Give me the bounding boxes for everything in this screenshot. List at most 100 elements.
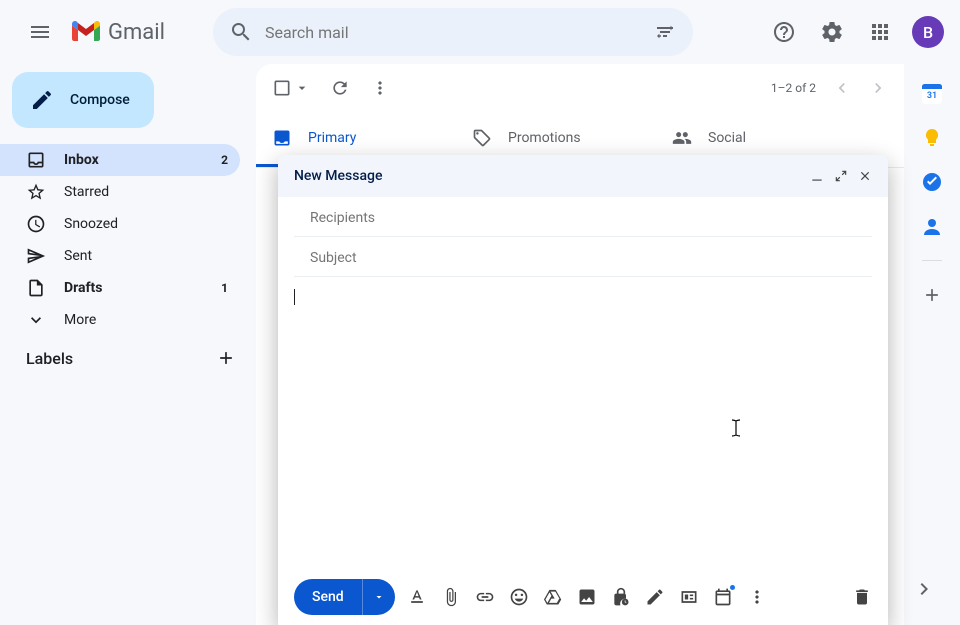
document-icon <box>26 278 46 298</box>
star-icon <box>26 182 46 202</box>
mouse-text-cursor <box>730 419 731 437</box>
compose-label: Compose <box>70 92 130 108</box>
support-button[interactable] <box>764 12 804 52</box>
pagination-text: 1–2 of 2 <box>771 81 816 95</box>
help-icon <box>772 20 796 44</box>
header-actions: B <box>764 12 944 52</box>
search-options-icon[interactable] <box>653 20 677 44</box>
sidebar-item-sent[interactable]: Sent <box>0 240 240 272</box>
sidebar-item-drafts[interactable]: Drafts 1 <box>0 272 240 304</box>
checkbox-icon <box>272 78 292 98</box>
contacts-app-button[interactable] <box>922 216 942 236</box>
settings-button[interactable] <box>812 12 852 52</box>
send-button[interactable]: Send <box>294 579 395 615</box>
plus-icon <box>922 285 942 305</box>
trash-icon <box>852 587 872 607</box>
layout-button[interactable] <box>679 587 699 607</box>
calendar-icon: 31 <box>922 84 942 104</box>
notification-dot <box>730 585 735 590</box>
search-input[interactable] <box>265 23 641 42</box>
nav-label: Drafts <box>64 280 102 296</box>
sidebar: Compose Inbox 2 Starred Snoozed Sent Dra… <box>0 64 256 625</box>
nav-label: More <box>64 312 96 328</box>
formatting-button[interactable] <box>407 587 427 607</box>
nav-label: Snoozed <box>64 216 118 232</box>
account-avatar[interactable]: B <box>912 16 944 48</box>
search-icon <box>229 20 253 44</box>
prev-page-button[interactable] <box>832 78 852 98</box>
nav-label: Starred <box>64 184 109 200</box>
recipients-field[interactable] <box>294 197 872 237</box>
signature-button[interactable] <box>645 587 665 607</box>
pen-icon <box>645 587 665 607</box>
sidebar-item-inbox[interactable]: Inbox 2 <box>0 144 240 176</box>
sidebar-item-more[interactable]: More <box>0 304 240 336</box>
nav-label: Inbox <box>64 152 99 168</box>
recipients-input[interactable] <box>310 210 856 226</box>
pencil-icon <box>30 88 54 112</box>
apps-grid-icon <box>868 20 892 44</box>
select-all[interactable] <box>272 78 310 98</box>
image-button[interactable] <box>577 587 597 607</box>
keep-icon <box>922 128 942 148</box>
add-label-button[interactable] <box>216 348 236 368</box>
compose-body[interactable] <box>278 277 888 569</box>
schedule-button[interactable] <box>713 587 733 607</box>
compose-button[interactable]: Compose <box>12 72 154 128</box>
sidebar-item-starred[interactable]: Starred <box>0 176 240 208</box>
chevron-right-icon <box>912 577 936 601</box>
labels-section-header: Labels <box>0 336 256 380</box>
hide-side-panel-button[interactable] <box>904 569 944 609</box>
svg-text:31: 31 <box>927 91 937 101</box>
close-button[interactable] <box>858 169 872 183</box>
apps-button[interactable] <box>860 12 900 52</box>
emoji-button[interactable] <box>509 587 529 607</box>
send-options-dropdown[interactable] <box>362 579 395 615</box>
tag-icon <box>472 128 492 148</box>
hamburger-icon <box>28 20 52 44</box>
pagination: 1–2 of 2 <box>771 78 888 98</box>
calendar-plus-icon <box>713 587 733 607</box>
more-vertical-icon <box>747 587 767 607</box>
subject-input[interactable] <box>310 250 856 266</box>
text-cursor <box>294 289 295 305</box>
lock-clock-icon <box>611 587 631 607</box>
next-page-button[interactable] <box>868 78 888 98</box>
subject-field[interactable] <box>294 237 872 277</box>
gear-icon <box>820 20 844 44</box>
minimize-button[interactable] <box>810 169 824 183</box>
clock-icon <box>26 214 46 234</box>
refresh-button[interactable] <box>330 78 350 98</box>
mail-toolbar: 1–2 of 2 <box>256 64 904 112</box>
tasks-app-button[interactable] <box>922 172 942 192</box>
tab-label: Promotions <box>508 130 581 146</box>
calendar-app-button[interactable]: 31 <box>922 84 942 104</box>
tasks-icon <box>922 172 942 192</box>
add-addon-button[interactable] <box>922 285 942 305</box>
contacts-icon <box>922 216 942 236</box>
compose-title: New Message <box>294 168 382 184</box>
image-icon <box>577 587 597 607</box>
drive-button[interactable] <box>543 587 563 607</box>
discard-draft-button[interactable] <box>852 587 872 607</box>
people-icon <box>672 128 692 148</box>
more-options-button[interactable] <box>370 78 390 98</box>
sidebar-item-snoozed[interactable]: Snoozed <box>0 208 240 240</box>
search-bar[interactable] <box>213 8 693 56</box>
keep-app-button[interactable] <box>922 128 942 148</box>
link-button[interactable] <box>475 587 495 607</box>
inbox-icon <box>26 150 46 170</box>
fullscreen-button[interactable] <box>834 169 848 183</box>
gmail-logo[interactable]: Gmail <box>72 20 165 45</box>
panel-divider <box>922 260 942 261</box>
nav-label: Sent <box>64 248 92 264</box>
compose-footer: Send <box>278 569 888 625</box>
dropdown-arrow-icon <box>294 80 310 96</box>
confidential-button[interactable] <box>611 587 631 607</box>
attach-button[interactable] <box>441 587 461 607</box>
more-compose-options[interactable] <box>747 587 767 607</box>
send-label: Send <box>294 589 362 605</box>
labels-title: Labels <box>26 349 73 368</box>
main-menu-button[interactable] <box>16 8 64 56</box>
compose-header[interactable]: New Message <box>278 155 888 197</box>
